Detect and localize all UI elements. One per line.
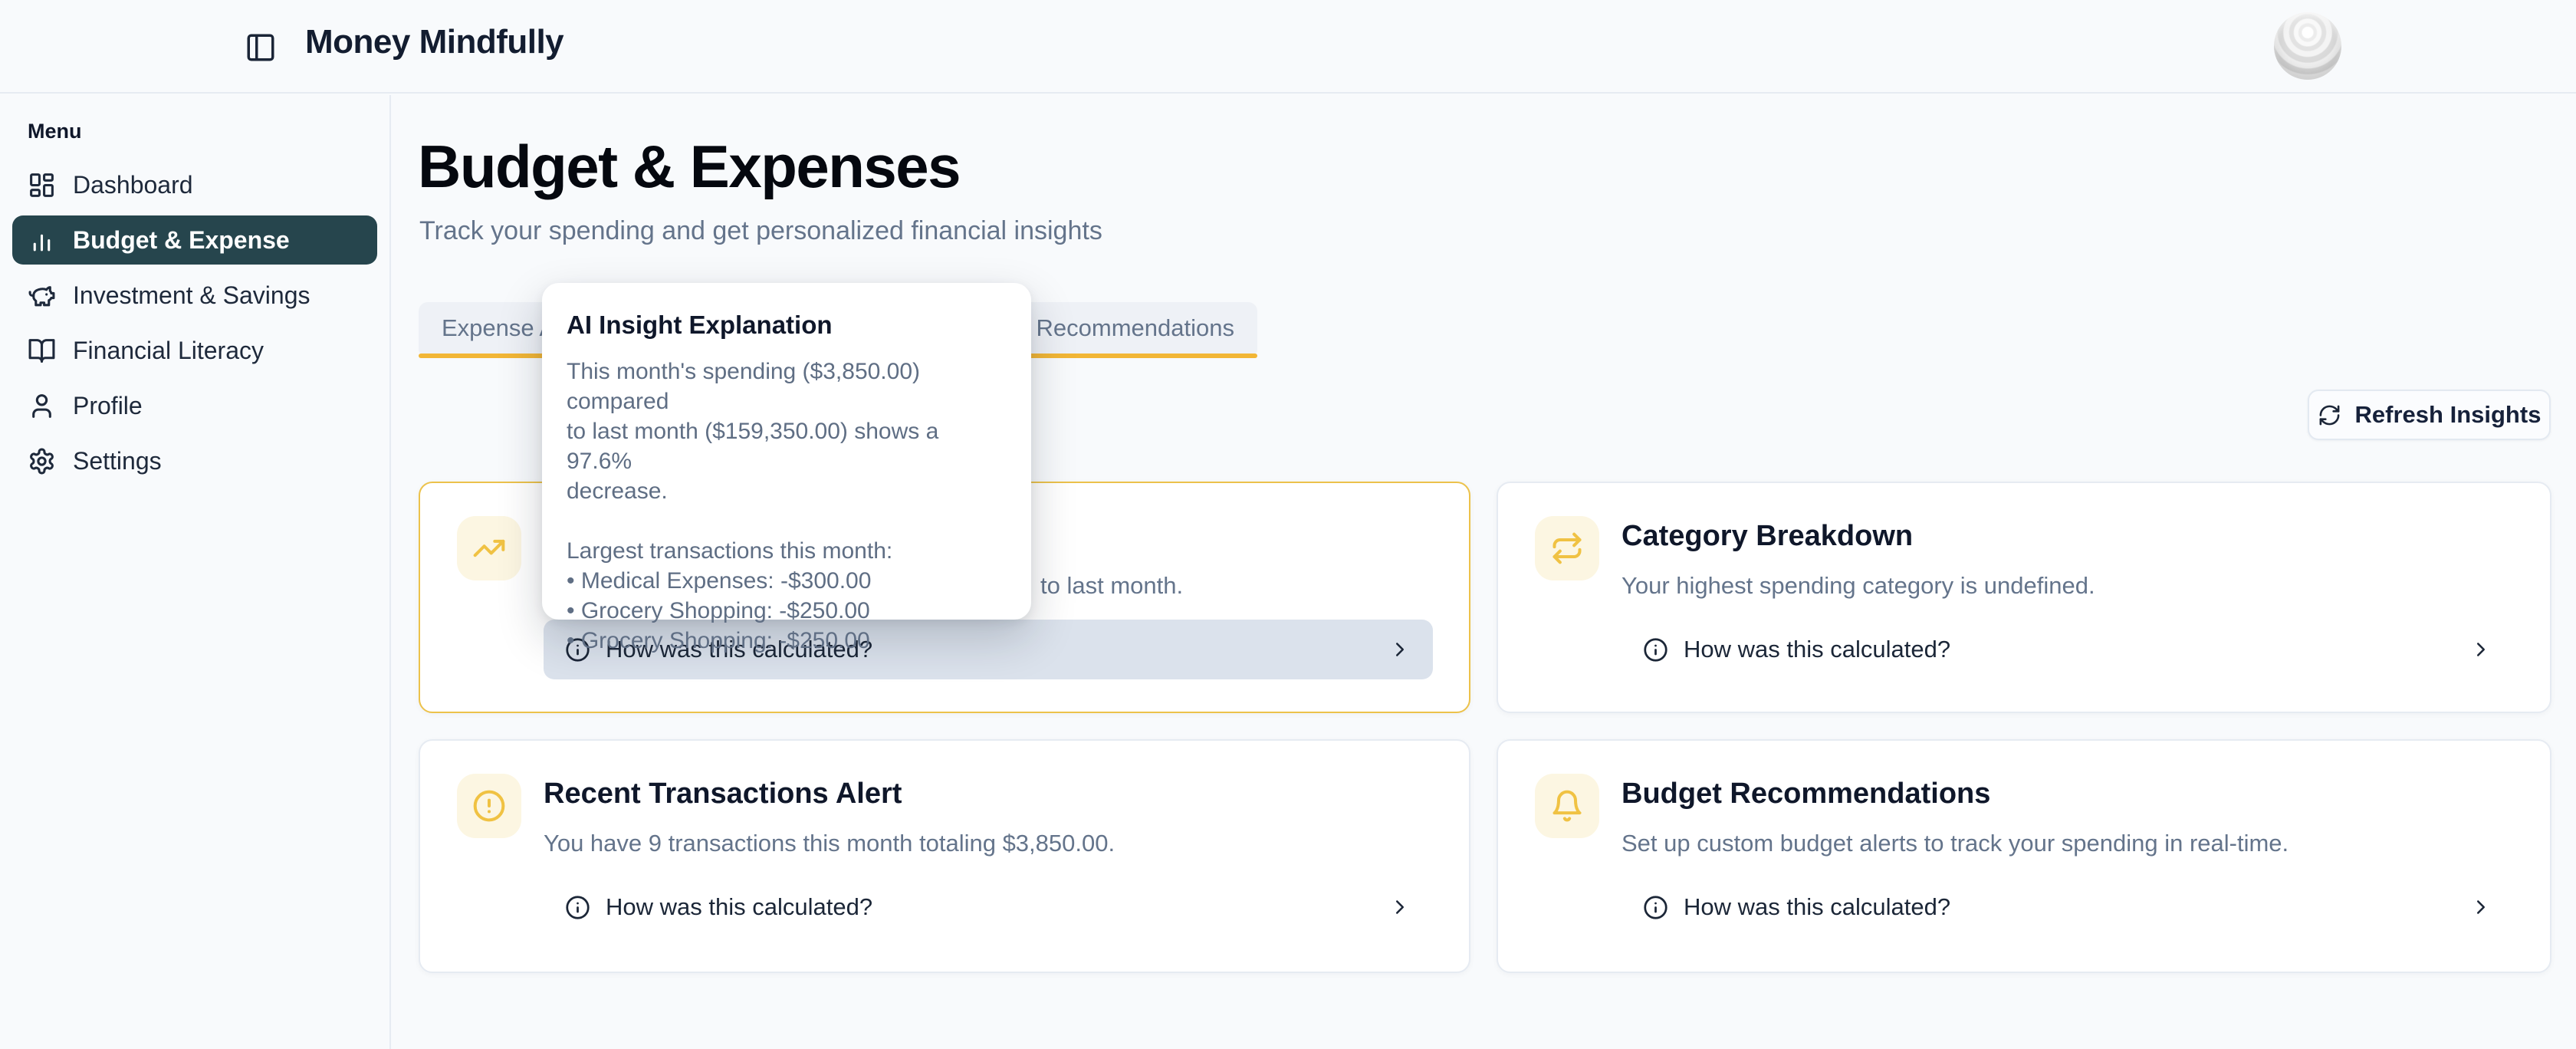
panel-left-icon <box>245 31 277 64</box>
sidebar-toggle-button[interactable] <box>242 29 279 66</box>
sidebar-item-financial-literacy[interactable]: Financial Literacy <box>0 323 389 378</box>
sidebar-item-label: Investment & Savings <box>73 281 310 310</box>
how-calculated-label: How was this calculated? <box>1684 893 1950 921</box>
popover-title: AI Insight Explanation <box>567 311 1007 340</box>
card-recent-transactions-alert: Recent Transactions Alert You have 9 tra… <box>419 739 1470 973</box>
app-title: Money Mindfully <box>305 23 564 61</box>
popover-body: This month's spending ($3,850.00) compar… <box>567 357 1007 656</box>
info-icon <box>565 895 590 920</box>
sidebar: Menu Dashboard Budget & Expense Investme… <box>0 95 391 1049</box>
refresh-icon <box>2318 403 2341 427</box>
sidebar-item-profile[interactable]: Profile <box>0 378 389 433</box>
info-icon <box>1643 637 1668 663</box>
how-calculated-button[interactable]: How was this calculated? <box>544 877 1433 937</box>
dashboard-icon <box>28 171 56 199</box>
card-body-text: Set up custom budget alerts to track you… <box>1622 830 2288 857</box>
how-calculated-button[interactable]: How was this calculated? <box>1622 877 2514 937</box>
card-body-text: Your highest spending category is undefi… <box>1622 572 2095 600</box>
refresh-insights-button[interactable]: Refresh Insights <box>2308 390 2551 440</box>
alert-circle-icon <box>472 789 506 823</box>
card-body-text: to last month. <box>1040 572 1183 600</box>
info-icon <box>1643 895 1668 920</box>
sidebar-item-label: Settings <box>73 447 162 475</box>
card-title: Budget Recommendations <box>1622 778 1990 811</box>
sidebar-item-label: Dashboard <box>73 171 193 199</box>
sidebar-item-budget-expense[interactable]: Budget & Expense <box>12 215 377 265</box>
card-title: Category Breakdown <box>1622 520 1913 553</box>
sidebar-item-settings[interactable]: Settings <box>0 433 389 488</box>
chevron-right-icon <box>2469 638 2492 661</box>
repeat-icon <box>1550 531 1584 565</box>
book-open-icon <box>28 337 56 365</box>
refresh-insights-label: Refresh Insights <box>2355 401 2542 429</box>
page-subtitle: Track your spending and get personalized… <box>419 216 1102 246</box>
chevron-right-icon <box>2469 896 2492 919</box>
user-avatar[interactable] <box>2274 12 2341 80</box>
ai-insight-popover: AI Insight Explanation This month's spen… <box>542 283 1031 620</box>
card-title: Recent Transactions Alert <box>544 778 902 811</box>
sidebar-menu-label: Menu <box>28 120 389 143</box>
how-calculated-button[interactable]: How was this calculated? <box>1622 620 2514 679</box>
chevron-right-icon <box>1388 638 1411 661</box>
gear-icon <box>28 447 56 475</box>
user-icon <box>28 392 56 420</box>
piggy-bank-icon <box>28 281 56 310</box>
card-budget-recommendations: Budget Recommendations Set up custom bud… <box>1497 739 2551 973</box>
sidebar-item-label: Financial Literacy <box>73 337 264 365</box>
how-calculated-label: How was this calculated? <box>606 893 872 921</box>
sidebar-item-dashboard[interactable]: Dashboard <box>0 157 389 212</box>
card-category-breakdown: Category Breakdown Your highest spending… <box>1497 482 2551 713</box>
chevron-right-icon <box>1388 896 1411 919</box>
app-header: Money Mindfully <box>0 0 2576 94</box>
sidebar-item-label: Budget & Expense <box>73 226 290 255</box>
bell-icon <box>1550 789 1584 823</box>
trending-up-icon <box>472 531 506 565</box>
page-title: Budget & Expenses <box>418 132 960 202</box>
bar-chart-icon <box>28 226 56 255</box>
sidebar-item-label: Profile <box>73 392 143 420</box>
card-body-text: You have 9 transactions this month total… <box>544 830 1115 857</box>
how-calculated-label: How was this calculated? <box>1684 636 1950 663</box>
sidebar-item-investment-savings[interactable]: Investment & Savings <box>0 268 389 323</box>
